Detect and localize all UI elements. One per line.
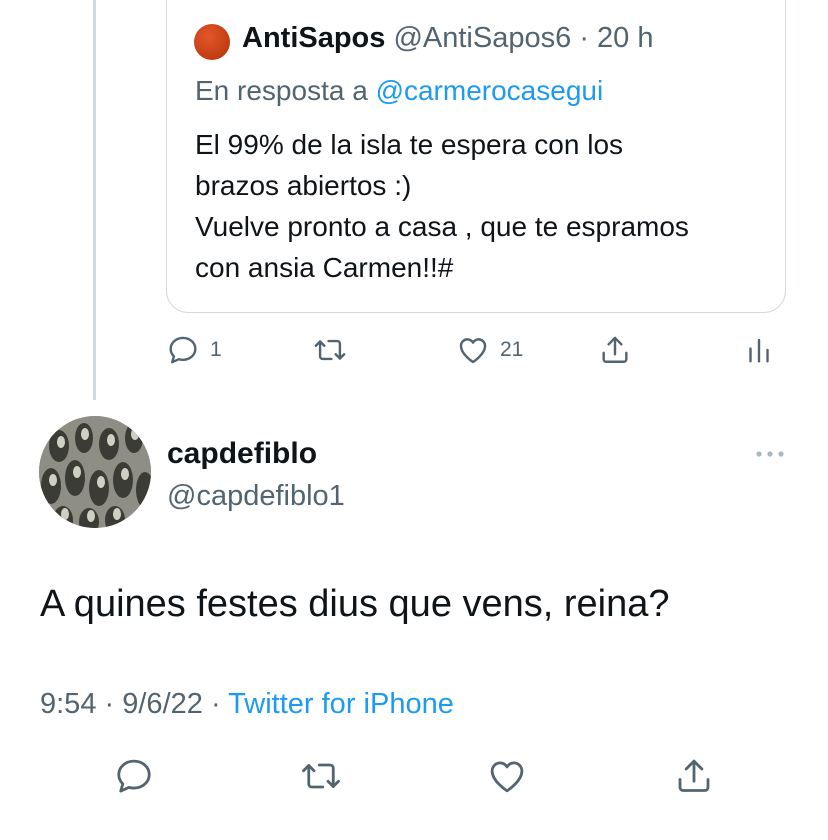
quoted-reply-button[interactable]: 1 — [166, 333, 222, 367]
quoted-tweet-header: AntiSapos @AntiSapos6 · 20 h — [242, 20, 654, 56]
quoted-tweet-text-line: El 99% de la isla te espera con los — [195, 129, 624, 160]
like-icon — [459, 338, 487, 364]
reply-prefix: En resposta a — [195, 75, 368, 106]
avatar-image — [39, 416, 151, 528]
meta-separator: · — [104, 688, 115, 720]
quoted-tweet-avatar[interactable] — [194, 24, 230, 60]
tweet-metadata: 9:54 · 9/6/22 · Twitter for iPhone — [40, 685, 454, 723]
quoted-retweet-button[interactable] — [312, 333, 348, 367]
quoted-tweet-text-line: Vuelve pronto a casa , que te espramos — [195, 211, 689, 242]
tweet-source-link[interactable]: Twitter for iPhone — [228, 688, 454, 720]
reply-icon — [117, 759, 151, 793]
share-icon — [602, 336, 628, 363]
share-button[interactable] — [673, 755, 715, 797]
share-icon — [678, 759, 710, 792]
tweet-text: A quines festes dius que vens, reina? — [40, 583, 670, 625]
tweet-author-display-name[interactable]: capdefiblo — [167, 436, 317, 472]
reply-icon — [169, 336, 197, 364]
analytics-icon — [749, 338, 769, 363]
quoted-tweet-text-line: brazos abiertos :) — [195, 170, 412, 201]
reply-context: En resposta a @carmerocasegui — [195, 74, 603, 108]
meta-separator: · — [210, 688, 221, 720]
tweet-author-avatar[interactable] — [39, 416, 151, 528]
quoted-like-count: 21 — [500, 338, 524, 361]
more-icon — [756, 451, 784, 457]
retweet-icon — [302, 763, 340, 789]
more-options-button[interactable] — [752, 446, 788, 462]
tweet-author-handle[interactable]: @capdefiblo1 — [167, 478, 345, 514]
tweet-date[interactable]: 9/6/22 — [122, 688, 203, 720]
thread-connector-line — [93, 0, 96, 400]
like-button[interactable] — [486, 755, 528, 797]
reply-mention-link[interactable]: @carmerocasegui — [376, 75, 604, 106]
like-icon — [490, 761, 524, 793]
tweet-time[interactable]: 9:54 — [40, 688, 96, 720]
quoted-tweet-handle[interactable]: @AntiSapos6 — [393, 22, 571, 54]
quoted-reply-count: 1 — [210, 338, 222, 361]
reply-button[interactable] — [113, 755, 155, 797]
tweet-action-bar — [0, 755, 828, 799]
quoted-share-button[interactable] — [598, 333, 632, 367]
quoted-analytics-button[interactable] — [742, 333, 776, 367]
quoted-like-button[interactable]: 21 — [456, 333, 523, 367]
retweet-button[interactable] — [299, 755, 343, 797]
quoted-tweet-text: El 99% de la isla te espera con los braz… — [195, 124, 775, 288]
quoted-tweet-separator: · — [579, 22, 589, 54]
quoted-tweet-display-name[interactable]: AntiSapos — [242, 22, 385, 54]
retweet-icon — [314, 339, 346, 361]
quoted-tweet-text-line: con ansia Carmen!!# — [195, 252, 454, 283]
quoted-tweet-time[interactable]: 20 h — [597, 22, 653, 54]
